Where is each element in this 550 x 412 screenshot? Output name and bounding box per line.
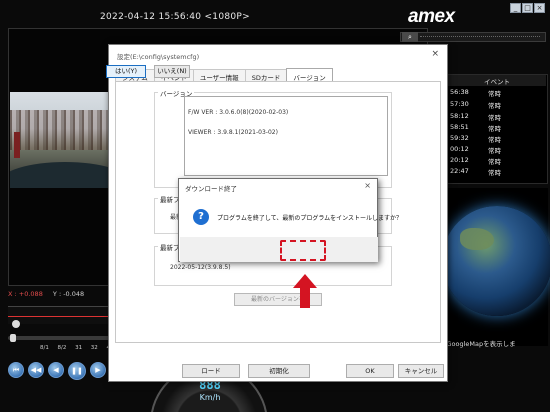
- event-time: 57:30: [450, 100, 469, 108]
- question-icon: ?: [193, 209, 209, 225]
- event-row[interactable]: 56:38 常時: [440, 87, 546, 99]
- brand-logo: amex: [408, 6, 455, 27]
- axis-x-value: X : +0.088: [8, 290, 43, 298]
- playback-timeline[interactable]: [8, 336, 110, 340]
- camera-view[interactable]: [10, 92, 112, 188]
- event-type: 常時: [488, 102, 501, 110]
- yes-button-highlight: [280, 240, 326, 261]
- play-icon[interactable]: ▶: [90, 362, 106, 378]
- event-row[interactable]: 22:47 常時: [440, 166, 546, 178]
- camera-marker: [14, 132, 20, 158]
- googlemap-hint: とGoogleMapを表示しま: [440, 340, 516, 348]
- settings-title: 設定(E:\config\systemcfg): [117, 53, 200, 61]
- speed-label[interactable]: 8/2: [58, 345, 67, 351]
- camera-dashboard: [10, 162, 112, 188]
- event-type: 常時: [488, 169, 501, 177]
- maximize-button[interactable]: □: [522, 3, 533, 13]
- event-type: 常時: [488, 147, 501, 155]
- event-time: 58:51: [450, 123, 469, 131]
- event-list-header: イベント: [440, 75, 546, 86]
- gsensor-graph: [8, 306, 110, 324]
- step-back-icon[interactable]: ◀: [48, 362, 64, 378]
- event-time: 59:32: [450, 134, 469, 142]
- speed-unit: Km/h: [199, 393, 221, 402]
- load-button[interactable]: ロード: [182, 364, 240, 378]
- dialog-button-bar: [180, 237, 378, 262]
- event-time: 20:12: [450, 156, 469, 164]
- up-arrow-icon: [293, 274, 317, 308]
- timeline-handle[interactable]: [10, 334, 16, 342]
- viewer-version: VIEWER : 3.9.8.1(2021-03-02): [188, 129, 278, 136]
- event-type: 常時: [488, 125, 501, 133]
- initialize-button[interactable]: 初期化: [248, 364, 310, 378]
- download-complete-dialog: ダウンロード終了 × ? プログラムを終了して、最新のプログラムをインストールし…: [178, 178, 402, 262]
- dialog-message: プログラムを終了して、最新のプログラムをインストールしますか？: [217, 215, 403, 222]
- event-time: 22:47: [450, 167, 469, 175]
- dialog-title: ダウンロード終了: [185, 185, 237, 193]
- event-type: 常時: [488, 90, 501, 98]
- speed-label[interactable]: 8/1: [40, 345, 49, 351]
- yes-button[interactable]: はい(Y): [106, 65, 146, 78]
- cancel-button[interactable]: キャンセル: [398, 364, 444, 378]
- video-timestamp: 2022-04-12 15:56:40 <1080P>: [100, 12, 250, 22]
- version-info-box: [184, 96, 388, 176]
- globe-landmass: [460, 228, 494, 250]
- event-type: 常時: [488, 114, 501, 122]
- globe-image: [442, 206, 550, 316]
- app-screen: 2022-04-12 15:56:40 <1080P> X : +0.088 Y…: [0, 0, 550, 412]
- speed-label[interactable]: 31: [75, 345, 82, 351]
- close-button[interactable]: ×: [534, 3, 545, 13]
- pause-icon[interactable]: ❚❚: [68, 362, 86, 380]
- settings-close-icon[interactable]: ×: [431, 49, 439, 59]
- event-column-header: イベント: [484, 78, 510, 86]
- event-time: 56:38: [450, 88, 469, 96]
- event-row[interactable]: 57:30 常時: [440, 99, 546, 111]
- skip-back-icon[interactable]: ⏮: [8, 362, 24, 378]
- no-button[interactable]: いいえ(N): [154, 65, 190, 78]
- camera-trees: [10, 110, 112, 150]
- latest-viewer-value: 2022-05-12(3.9.8.5): [170, 264, 231, 271]
- gsensor-line: [8, 316, 110, 317]
- graph-handle[interactable]: [12, 320, 20, 328]
- minimize-button[interactable]: _: [510, 3, 521, 13]
- rewind-icon[interactable]: ◀◀: [28, 362, 44, 378]
- speed-label[interactable]: 32: [91, 345, 98, 351]
- speed-labels: 8/1 8/2 31 32 4: [40, 345, 110, 351]
- event-time: 58:12: [450, 112, 469, 120]
- fw-version: F/W VER : 3.0.6.0(8)(2020-02-03): [188, 109, 289, 116]
- event-type: 常時: [488, 158, 501, 166]
- event-time: 00:12: [450, 145, 469, 153]
- ok-button[interactable]: OK: [346, 364, 394, 378]
- search-divider: [420, 36, 540, 38]
- gsensor-readout: X : +0.088 Y : -0.048: [8, 290, 118, 304]
- dialog-close-icon[interactable]: ×: [364, 181, 371, 190]
- search-icon[interactable]: ⌕: [402, 32, 418, 42]
- axis-y-value: Y : -0.048: [52, 290, 85, 298]
- window-controls: _ □ ×: [510, 3, 545, 13]
- event-type: 常時: [488, 136, 501, 144]
